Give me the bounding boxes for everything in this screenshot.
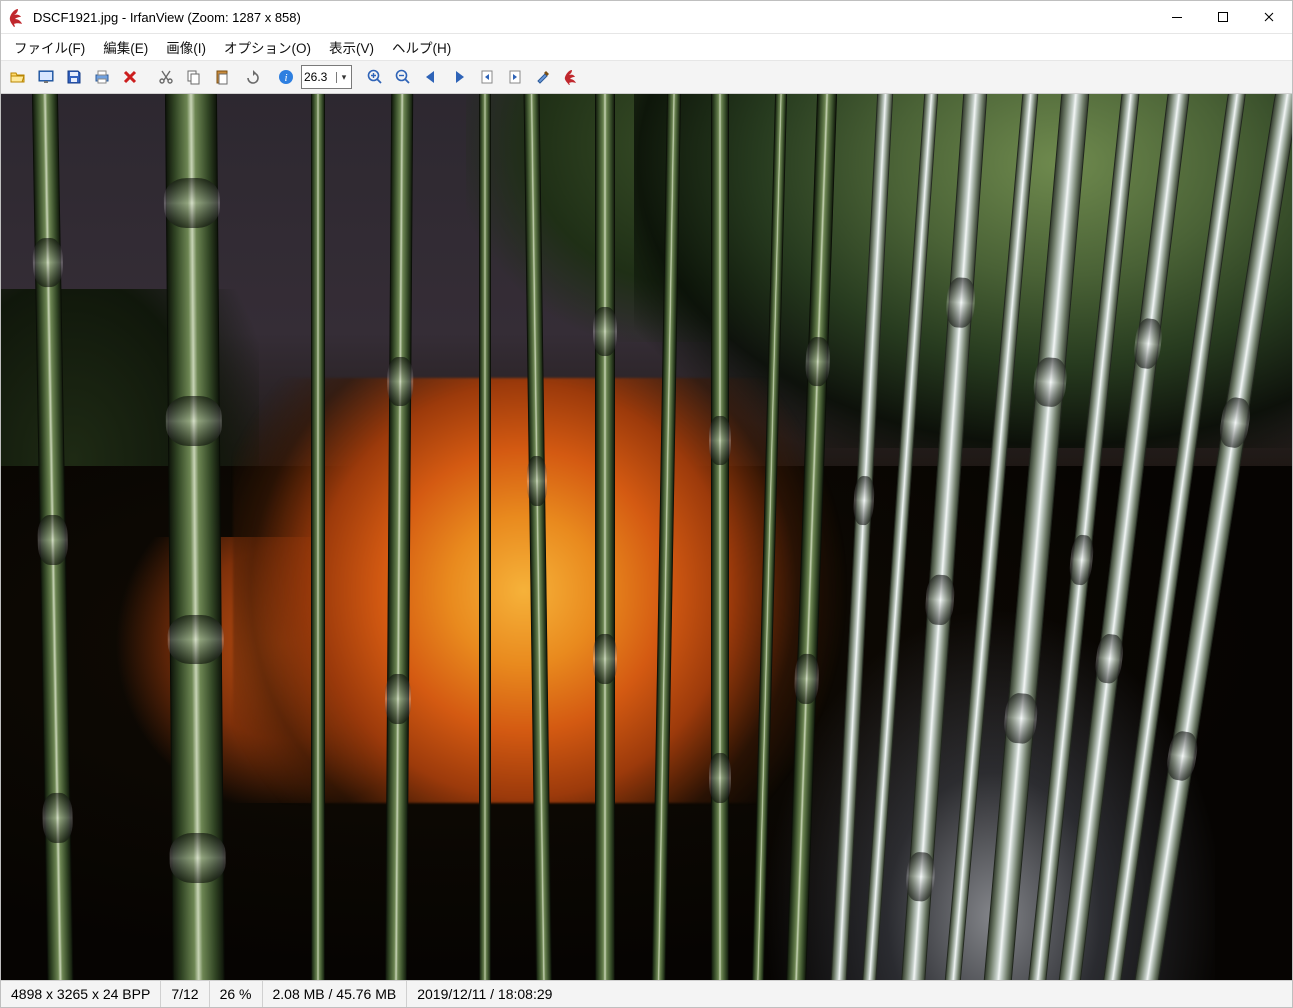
open-button[interactable] — [5, 64, 31, 90]
svg-text:i: i — [284, 72, 287, 84]
paste-icon — [213, 68, 231, 86]
image-viewport[interactable] — [1, 94, 1292, 980]
copy-button[interactable] — [181, 64, 207, 90]
print-icon — [93, 68, 111, 86]
settings-icon — [534, 68, 552, 86]
irfanview-icon — [562, 68, 580, 86]
status-zoom: 26 % — [210, 981, 263, 1007]
next-page-button[interactable] — [502, 64, 528, 90]
zoom-out-icon — [394, 68, 412, 86]
zoom-out-button[interactable] — [390, 64, 416, 90]
folder-open-icon — [9, 68, 27, 86]
zoom-combo[interactable]: ▾ — [301, 65, 352, 89]
save-icon — [65, 68, 83, 86]
arrow-left-icon — [422, 68, 440, 86]
paste-button[interactable] — [209, 64, 235, 90]
menu-view[interactable]: 表示(V) — [320, 34, 383, 60]
arrow-right-icon — [450, 68, 468, 86]
undo-button[interactable] — [237, 64, 263, 90]
info-button[interactable]: i — [273, 64, 299, 90]
minimize-button[interactable] — [1154, 1, 1200, 33]
toolbar: i ▾ — [1, 61, 1292, 94]
page-next-icon — [506, 68, 524, 86]
app-window: DSCF1921.jpg - IrfanView (Zoom: 1287 x 8… — [0, 0, 1293, 1008]
status-dimensions: 4898 x 3265 x 24 BPP — [1, 981, 161, 1007]
zoom-dropdown-icon[interactable]: ▾ — [336, 72, 351, 83]
save-button[interactable] — [61, 64, 87, 90]
menu-image[interactable]: 画像(I) — [157, 34, 215, 60]
app-icon — [7, 7, 27, 27]
window-title: DSCF1921.jpg - IrfanView (Zoom: 1287 x 8… — [33, 10, 1154, 25]
settings-button[interactable] — [530, 64, 556, 90]
page-prev-icon — [478, 68, 496, 86]
menu-file[interactable]: ファイル(F) — [5, 34, 94, 60]
close-button[interactable] — [1246, 1, 1292, 33]
menu-edit[interactable]: 編集(E) — [94, 34, 157, 60]
undo-icon — [241, 68, 259, 86]
print-button[interactable] — [89, 64, 115, 90]
titlebar: DSCF1921.jpg - IrfanView (Zoom: 1287 x 8… — [1, 1, 1292, 34]
zoom-in-icon — [366, 68, 384, 86]
menubar: ファイル(F) 編集(E) 画像(I) オプション(O) 表示(V) ヘルプ(H… — [1, 34, 1292, 61]
copy-icon — [185, 68, 203, 86]
menu-options[interactable]: オプション(O) — [215, 34, 320, 60]
displayed-image — [1, 94, 1292, 980]
delete-button[interactable] — [117, 64, 143, 90]
cut-button[interactable] — [153, 64, 179, 90]
slideshow-button[interactable] — [33, 64, 59, 90]
slideshow-icon — [37, 68, 55, 86]
status-size: 2.08 MB / 45.76 MB — [263, 981, 408, 1007]
about-button[interactable] — [558, 64, 584, 90]
status-index: 7/12 — [161, 981, 209, 1007]
prev-image-button[interactable] — [418, 64, 444, 90]
info-icon: i — [277, 68, 295, 86]
window-controls — [1154, 1, 1292, 33]
zoom-input[interactable] — [302, 70, 336, 84]
prev-page-button[interactable] — [474, 64, 500, 90]
status-datetime: 2019/12/11 / 18:08:29 — [407, 981, 1292, 1007]
zoom-in-button[interactable] — [362, 64, 388, 90]
delete-icon — [121, 68, 139, 86]
statusbar: 4898 x 3265 x 24 BPP 7/12 26 % 2.08 MB /… — [1, 980, 1292, 1007]
next-image-button[interactable] — [446, 64, 472, 90]
cut-icon — [157, 68, 175, 86]
maximize-button[interactable] — [1200, 1, 1246, 33]
menu-help[interactable]: ヘルプ(H) — [383, 34, 460, 60]
